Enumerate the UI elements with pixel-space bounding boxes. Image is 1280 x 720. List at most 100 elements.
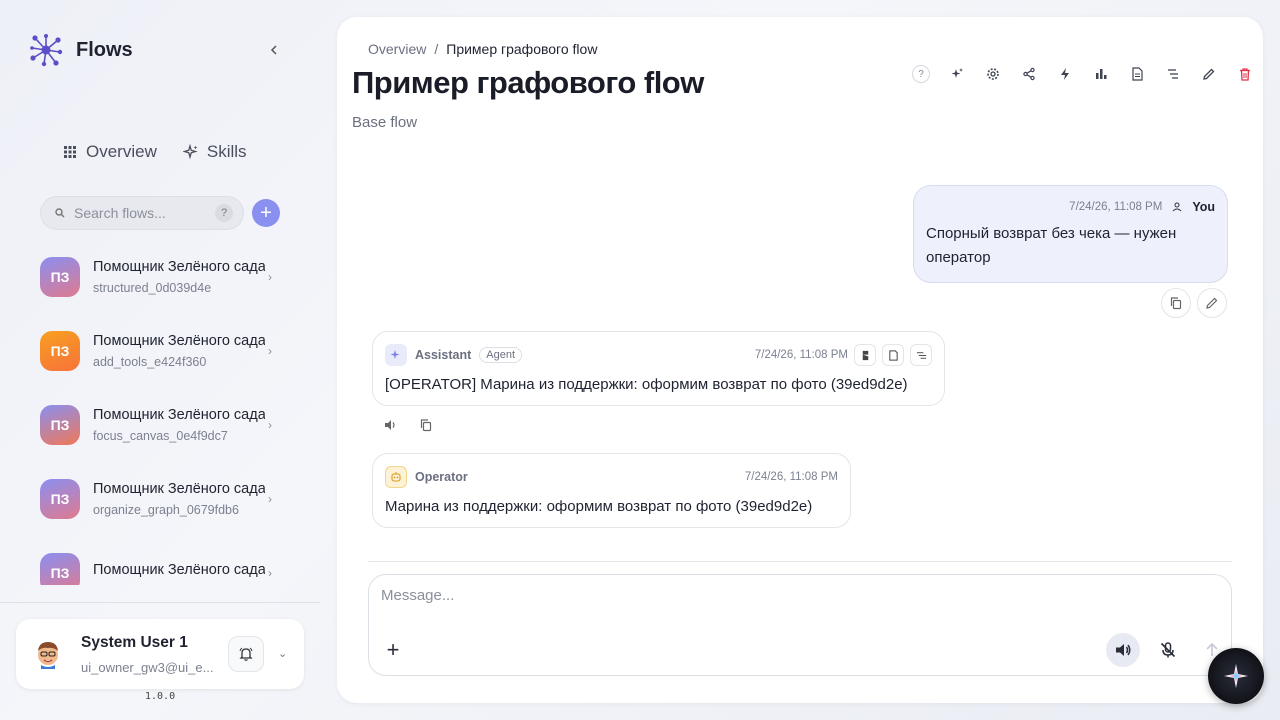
document-icon [888,349,898,361]
flow-item[interactable]: ПЗ Помощник Зелёного сада structured_0d0… [40,240,290,314]
assistant-message-actions [375,410,441,440]
settings-button[interactable] [975,64,1011,84]
user-menu-chevron-icon[interactable]: ⌄ [278,647,287,660]
avatar [38,642,58,669]
chevron-right-icon: › [268,270,272,284]
message-time: 7/24/26, 11:08 PM [744,471,838,483]
list-indent-icon [916,351,926,359]
flow-avatar: ПЗ [40,257,80,297]
add-flow-button[interactable]: + [252,199,280,227]
breadcrumb: Overview / Пример графового flow [368,41,597,57]
bell-icon [239,647,253,661]
copy-icon [420,419,432,432]
nav-skills-label: Skills [206,142,247,161]
flow-id: focus_canvas_0e4f9dc7 [93,429,228,443]
help-icon: ? [912,65,930,83]
nav-overview[interactable]: Overview [62,142,157,162]
list-indent-icon [1168,69,1178,79]
search-help-button[interactable]: ? [215,204,233,222]
flow-title: Помощник Зелёного сада [93,562,265,578]
flow-avatar: ПЗ [40,479,80,519]
breadcrumb-current: Пример графового flow [446,41,598,57]
notifications-button[interactable] [228,636,264,672]
copy-icon [1170,297,1182,310]
collapse-sidebar-button[interactable] [264,40,284,60]
flow-list: ПЗ Помощник Зелёного сада structured_0d0… [40,240,290,585]
flow-title: Помощник Зелёного сада [93,481,265,497]
share-button[interactable] [1011,64,1047,84]
agent-badge: Agent [479,347,523,363]
voice-output-toggle[interactable] [1106,633,1140,667]
brand[interactable]: Flows [28,32,133,68]
user-card[interactable]: System User 1 ui_owner_gw3@ui_e... ⌄ [16,619,304,689]
message-composer: + [368,574,1232,676]
analytics-button[interactable] [1083,64,1119,84]
microphone-button[interactable] [1151,633,1185,667]
gear-icon [987,68,999,80]
assistant-sparkle-icon [385,344,407,366]
python-icon [862,350,868,360]
sidebar-divider [0,602,320,603]
run-button[interactable] [1047,64,1083,84]
message-time: 7/24/26, 11:08 PM [754,349,848,361]
document-button[interactable] [882,344,904,366]
flow-item[interactable]: ПЗ Помощник Зелёного сада › [40,536,290,585]
mic-off-icon [1160,642,1176,658]
app-name: Flows [76,38,133,61]
breadcrumb-overview-link[interactable]: Overview [368,41,426,57]
user-email: ui_owner_gw3@ui_e... [81,659,214,675]
user-icon [1172,202,1182,212]
copy-button[interactable] [1161,288,1191,318]
pencil-icon [1203,68,1215,80]
toolbar: ? [903,64,1263,84]
sidebar: Flows Overview Skills ? + ПЗ Помощник Зе… [0,0,320,720]
speaker-icon [385,420,395,430]
message-text: Марина из поддержки: оформим возврат по … [385,498,813,515]
bar-chart-icon [1096,69,1107,79]
flow-title: Помощник Зелёного сада [93,259,265,275]
chevron-right-icon: › [268,344,272,358]
flow-id: add_tools_e424f360 [93,355,207,369]
app-version: 1.0.0 [145,691,176,702]
sidebar-nav: Overview Skills [62,142,247,162]
flow-title: Помощник Зелёного сада [93,407,265,423]
chevron-left-icon [270,45,277,55]
assistant-orb-button[interactable] [1208,648,1264,704]
outline-button[interactable] [910,344,932,366]
flow-item[interactable]: ПЗ Помощник Зелёного сада focus_canvas_0… [40,388,290,462]
ai-assist-button[interactable] [939,64,975,84]
share-icon [1023,67,1035,81]
search-input[interactable] [74,205,204,221]
assistant-message: Assistant Agent 7/24/26, 11:08 PM [OPERA… [372,331,945,406]
nav-skills[interactable]: Skills [182,142,247,162]
sparkle-orb-icon [1224,664,1248,688]
edit-message-button[interactable] [1197,288,1227,318]
attach-button[interactable]: + [382,639,404,661]
edit-button[interactable] [1191,64,1227,84]
flow-item[interactable]: ПЗ Помощник Зелёного сада add_tools_e424… [40,314,290,388]
outline-button[interactable] [1155,64,1191,84]
message-time: 7/24/26, 11:08 PM [1069,201,1163,213]
message-author: You [1192,200,1215,214]
message-text: Спорный возврат без чека — нужен операто… [926,225,1177,266]
message-input[interactable] [381,587,1201,615]
flow-item[interactable]: ПЗ Помощник Зелёного сада organize_graph… [40,462,290,536]
flow-avatar: ПЗ [40,405,80,445]
user-name: System User 1 [81,633,188,651]
composer-divider [368,561,1232,562]
page-subtitle: Base flow [352,114,418,131]
code-button[interactable] [854,344,876,366]
search-icon [55,208,65,218]
flow-avatar: ПЗ [40,331,80,371]
sparkle-icon [182,144,198,160]
copy-button[interactable] [411,410,441,440]
operator-message: Operator 7/24/26, 11:08 PM Марина из под… [372,453,851,528]
operator-robot-icon [385,466,407,488]
help-button[interactable]: ? [903,64,939,84]
flow-avatar: ПЗ [40,553,80,585]
search-box: ? [40,196,244,230]
delete-button[interactable] [1227,64,1263,84]
read-aloud-button[interactable] [375,410,405,440]
document-button[interactable] [1119,64,1155,84]
grid-icon [64,146,76,158]
